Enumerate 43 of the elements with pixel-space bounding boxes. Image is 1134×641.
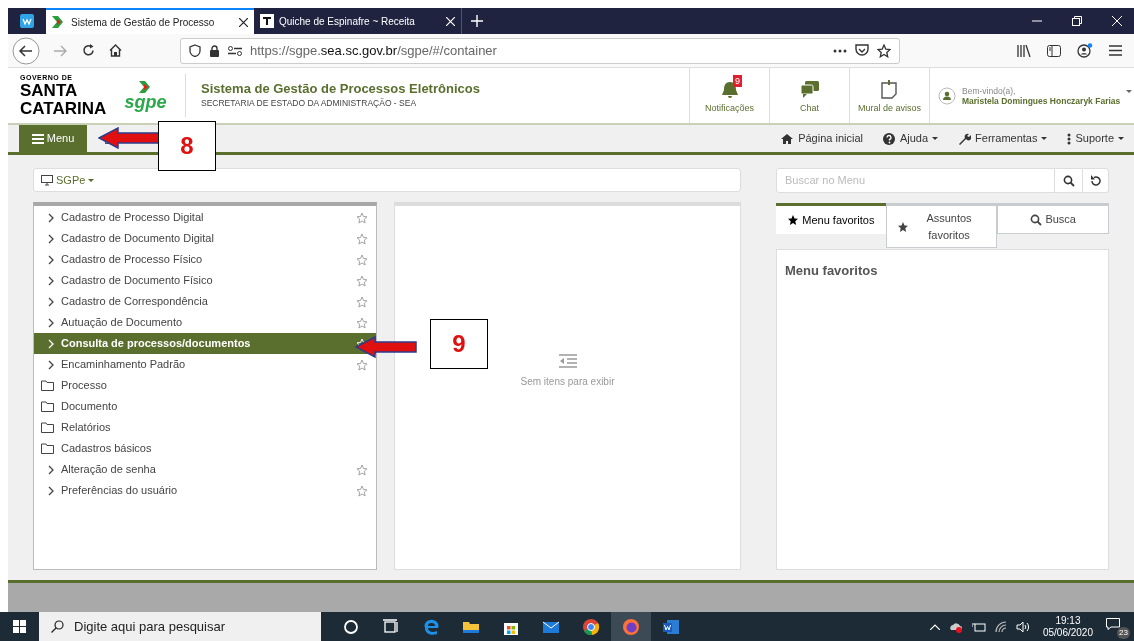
app-subtitle: SECRETARIA DE ESTADO DA ADMINISTRAÇÃO - SEA bbox=[201, 97, 418, 110]
nav-link[interactable]: Suporte bbox=[1057, 125, 1134, 152]
menu-button[interactable]: Menu bbox=[19, 125, 87, 152]
menu-item[interactable]: Relatórios bbox=[34, 417, 376, 438]
clock-time: 19:13 bbox=[1055, 614, 1081, 627]
menu-item[interactable]: Processo bbox=[34, 375, 376, 396]
favorites-tab[interactable]: Menu favoritos bbox=[776, 203, 886, 234]
notification-count: 23 bbox=[1117, 626, 1130, 639]
menu-search-field[interactable]: Buscar no Menu bbox=[776, 168, 1055, 193]
notification-badge: 9 bbox=[733, 75, 742, 87]
menu-item[interactable]: Cadastro de Documento Digital bbox=[34, 228, 376, 249]
nav-link[interactable]: Página inicial bbox=[771, 125, 873, 152]
system-selector[interactable]: SGPe bbox=[33, 168, 741, 192]
address-bar[interactable]: https://sgpe.sea.sc.gov.br/sgpe/#/container bbox=[180, 37, 900, 64]
menu-item[interactable]: Alteração de senha bbox=[34, 459, 376, 480]
callout-number: 8 bbox=[158, 121, 216, 171]
callout-number: 9 bbox=[430, 319, 488, 369]
menu-item[interactable]: Cadastros básicos bbox=[34, 438, 376, 459]
tab-title: Sistema de Gestão de Processo bbox=[71, 15, 216, 30]
nav-link[interactable]: Ajuda bbox=[872, 125, 949, 152]
taskbar-search-field[interactable]: Digite aqui para pesquisar bbox=[39, 612, 321, 641]
menu-item[interactable]: Consulta de processos/documentos bbox=[34, 333, 376, 354]
menu-item[interactable]: Cadastro de Processo Físico bbox=[34, 249, 376, 270]
app-logo: sgpe bbox=[106, 74, 186, 117]
menu-item[interactable]: Cadastro de Processo Digital bbox=[34, 207, 376, 228]
app-title: Sistema de Gestão de Processos Eletrônicos bbox=[201, 81, 480, 98]
welcome-text: Bem-vindo(a), bbox=[962, 85, 1017, 96]
menu-item[interactable]: Cadastro de Documento Físico bbox=[34, 270, 376, 291]
empty-message: Sem itens para exibir bbox=[520, 375, 615, 389]
menu-item[interactable]: Autuação de Documento bbox=[34, 312, 376, 333]
nav-link[interactable]: Ferramentas bbox=[948, 125, 1058, 152]
menu-item[interactable]: Cadastro de Correspondência bbox=[34, 291, 376, 312]
browser-tab[interactable]: Sistema de Gestão de Processo bbox=[46, 8, 254, 34]
favorites-tab[interactable]: Busca bbox=[997, 203, 1109, 234]
url-text: https://sgpe.sea.sc.gov.br/sgpe/#/container bbox=[250, 41, 497, 60]
user-name[interactable]: Maristela Domingues Honczaryk Farias bbox=[962, 95, 1121, 106]
clock-date: 05/06/2020 bbox=[1042, 626, 1093, 639]
menu-item[interactable]: Encaminhamento Padrão bbox=[34, 354, 376, 375]
menu-item[interactable]: Documento bbox=[34, 396, 376, 417]
menu-item[interactable]: Preferências do usuário bbox=[34, 480, 376, 501]
panel-heading: Menu favoritos bbox=[785, 263, 878, 278]
favorites-tab[interactable]: Assuntos favoritos bbox=[885, 203, 998, 248]
tab-title: Quiche de Espinafre ~ Receita bbox=[279, 14, 416, 29]
